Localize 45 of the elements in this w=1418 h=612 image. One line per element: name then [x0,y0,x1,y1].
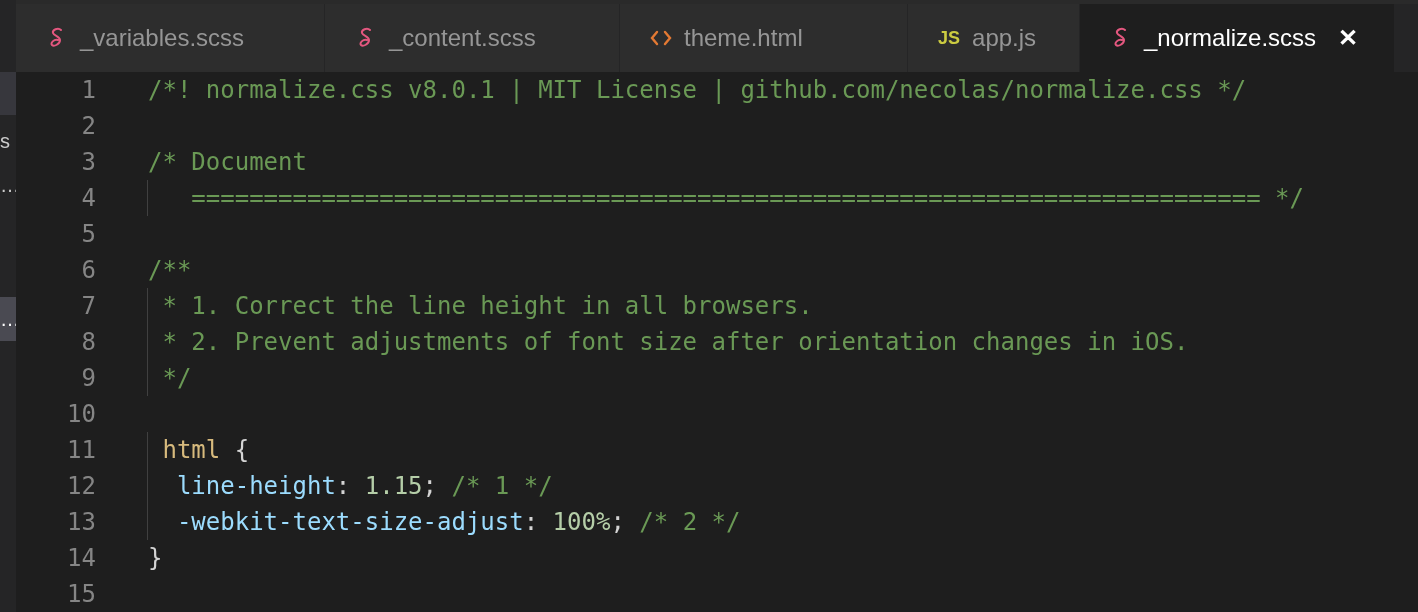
line-number: 1 [80,75,97,106]
editor-tab[interactable]: JS app.js [908,4,1080,72]
editor-tab[interactable]: theme.html [620,4,908,72]
line-number: 2 [80,111,97,142]
code-brackets-icon [650,28,672,48]
code-comment: /** [148,256,192,284]
code-comment: /* 1 */ [450,472,553,500]
code-comment: ========================================================================== */ [190,184,1304,212]
code-punctuation: : [523,508,539,536]
line-number: 12 [66,471,97,502]
line-number: 15 [66,579,97,610]
code-value: 1.15 [363,472,423,500]
sidebar-row [0,72,16,115]
code-punctuation: ; [610,508,625,536]
close-icon[interactable]: ✕ [1338,24,1359,52]
code-property: line-height [175,472,336,500]
code-comment: * 1. Correct the line height in all browsers. [161,292,813,320]
line-number: 5 [80,219,97,250]
line-number: 7 [80,291,97,322]
code-comment: /* 2 */ [638,508,741,536]
code-property: -webkit-text-size-adjust [175,508,524,536]
code-comment: * 2. Prevent adjustments of font size after orientation changes in iOS. [161,328,1189,356]
line-number: 8 [80,327,97,358]
code-comment: /* Document [148,148,307,176]
js-icon: JS [938,27,961,49]
line-number: 4 [80,183,97,214]
code-punctuation: : [335,472,351,500]
line-number: 11 [66,435,97,466]
code-punctuation: } [148,544,163,572]
editor-tab[interactable]: _normalize.scss ✕ [1080,4,1395,72]
line-number: 14 [66,543,97,574]
line-number: 13 [66,507,97,538]
code-selector: html [161,436,221,464]
code-punctuation: { [233,436,250,464]
sidebar-item[interactable]: s [0,119,16,163]
code-comment: */ [161,364,192,392]
line-number: 3 [80,147,97,178]
line-number: 9 [80,363,97,394]
line-number: 10 [66,399,97,430]
code-comment: /*! normalize.css v8.0.1 | MIT License | github.com/necolas/normalize.css */ [148,76,1247,104]
code-punctuation: ; [422,472,437,500]
code-value: 100% [551,508,611,536]
editor-tab[interactable]: _content.scss [325,4,620,72]
editor-tab[interactable]: _variables.scss [16,4,325,72]
line-number: 6 [80,255,97,286]
